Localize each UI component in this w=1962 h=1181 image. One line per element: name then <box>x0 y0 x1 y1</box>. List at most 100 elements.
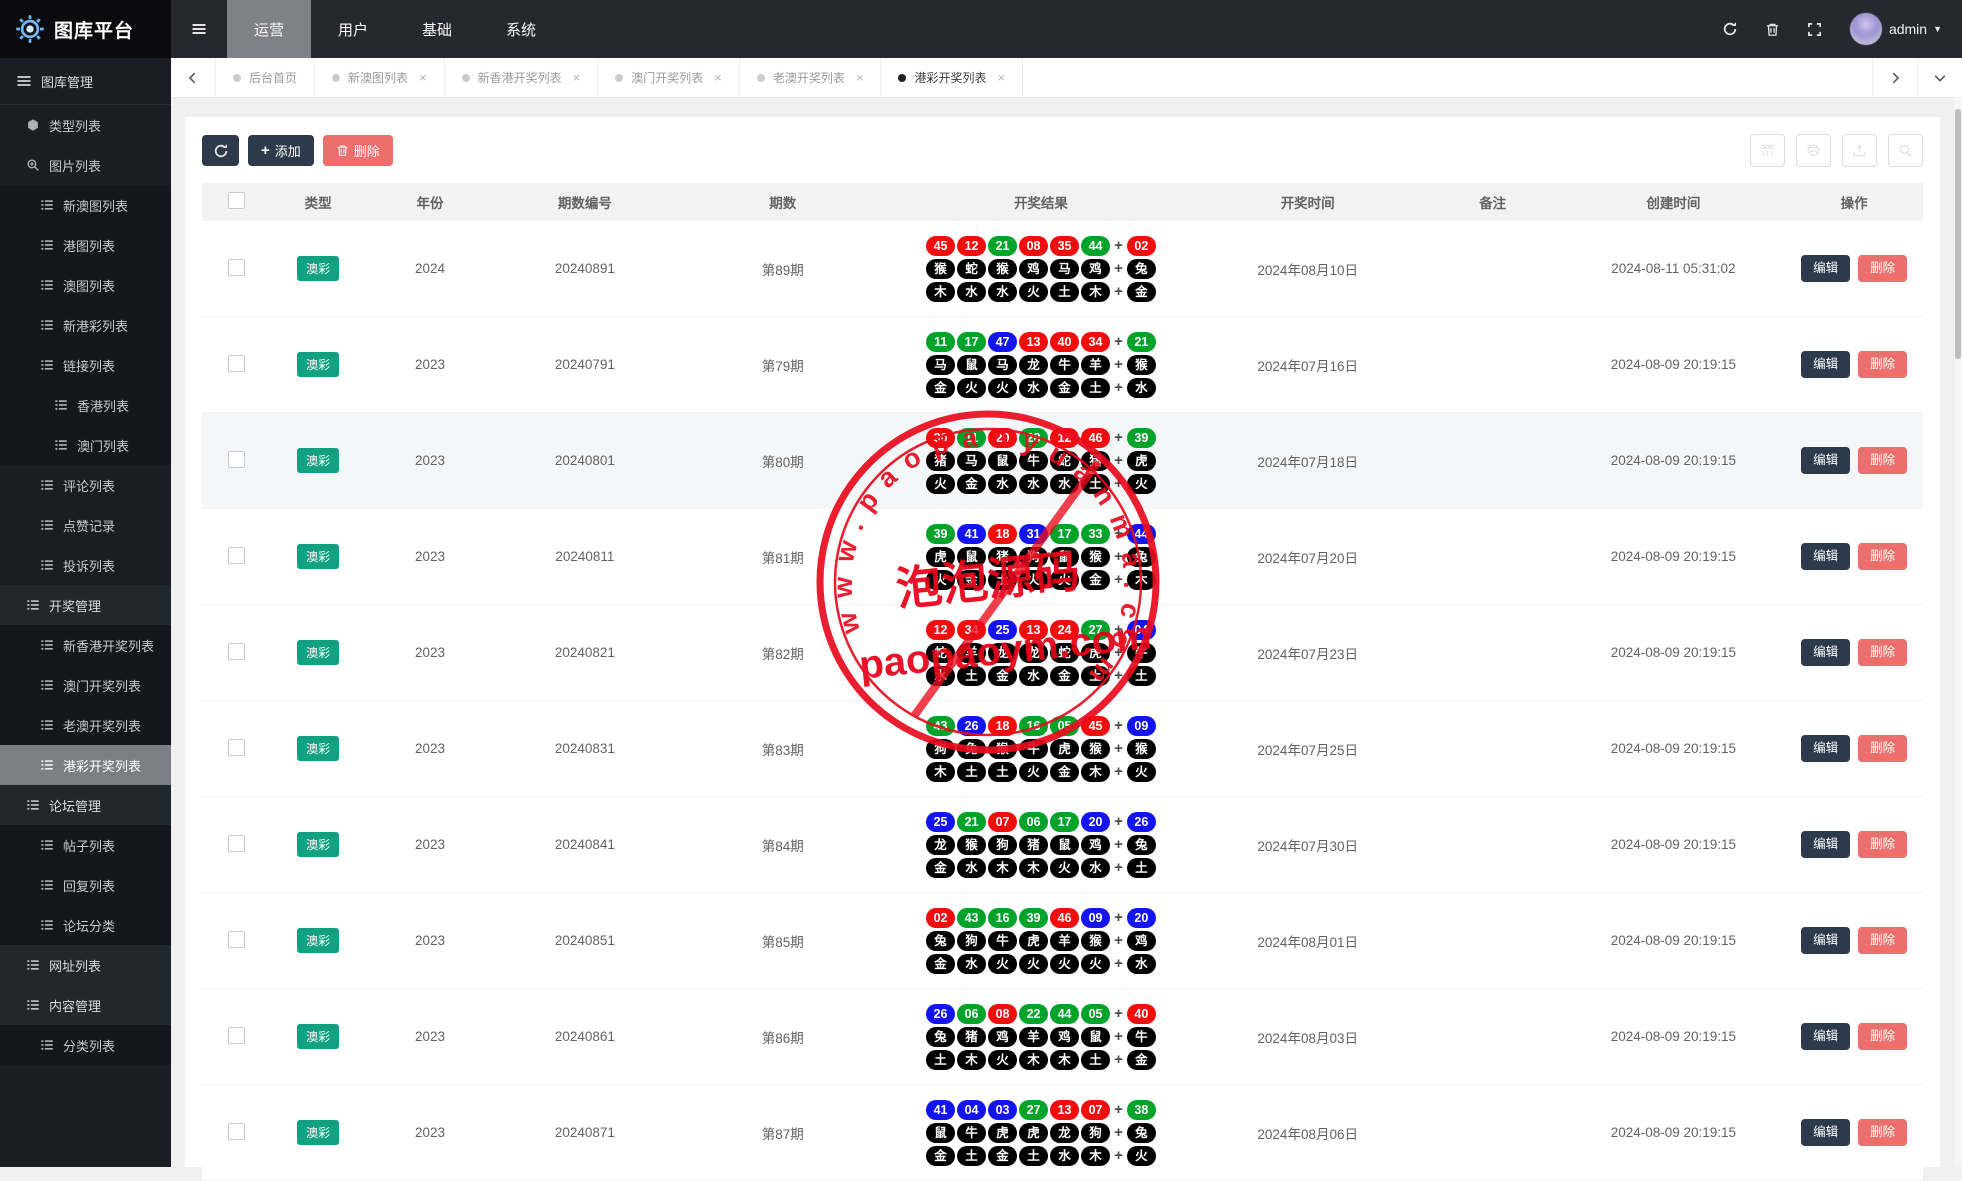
lottery-ball: 火 <box>1019 762 1048 782</box>
trash-icon[interactable] <box>1765 22 1780 37</box>
sidebar-item-澳图列表[interactable]: 澳图列表 <box>0 265 171 305</box>
sidebar-item-分类列表[interactable]: 分类列表 <box>0 1025 171 1065</box>
tabs-scroll-left-button[interactable] <box>171 58 216 97</box>
sidebar-item-网址列表[interactable]: 网址列表 <box>0 945 171 985</box>
scrollbar-thumb[interactable] <box>1955 109 1961 359</box>
edit-button[interactable]: 编辑 <box>1801 1119 1850 1146</box>
delete-button[interactable]: 删除 <box>1858 255 1907 282</box>
sidebar-item-论坛管理[interactable]: 论坛管理 <box>0 785 171 825</box>
nav-menu-item[interactable]: 运营 <box>227 0 311 58</box>
nav-menu-item[interactable]: 系统 <box>479 0 563 58</box>
column-header: 期数 <box>675 190 890 214</box>
tab-close-icon[interactable]: × <box>573 70 581 85</box>
sidebar-item-新香港开奖列表[interactable]: 新香港开奖列表 <box>0 625 171 665</box>
sidebar-collapse-button[interactable] <box>171 0 227 58</box>
tab[interactable]: 港彩开奖列表× <box>881 58 1023 97</box>
tabs-menu-button[interactable] <box>1917 58 1962 97</box>
tab-close-icon[interactable]: × <box>997 70 1005 85</box>
print-button[interactable] <box>1796 134 1831 167</box>
sidebar-item-投诉列表[interactable]: 投诉列表 <box>0 545 171 585</box>
actions-cell: 编辑删除 <box>1785 925 1923 956</box>
checkbox-cell <box>202 929 271 953</box>
delete-button[interactable]: 删除 <box>1858 1119 1907 1146</box>
search-button[interactable] <box>1888 134 1923 167</box>
refresh-table-button[interactable] <box>202 135 239 166</box>
fullscreen-icon[interactable] <box>1807 22 1822 37</box>
sidebar-item-澳门列表[interactable]: 澳门列表 <box>0 425 171 465</box>
tab[interactable]: 老澳开奖列表× <box>740 58 882 97</box>
sidebar-item-评论列表[interactable]: 评论列表 <box>0 465 171 505</box>
edit-button[interactable]: 编辑 <box>1801 735 1850 762</box>
lottery-ball: 46 <box>1081 428 1110 448</box>
sidebar-item-港彩开奖列表[interactable]: 港彩开奖列表 <box>0 745 171 785</box>
delete-button[interactable]: 删除 <box>1858 1023 1907 1050</box>
refresh-icon[interactable] <box>1722 21 1738 37</box>
edit-button[interactable]: 编辑 <box>1801 255 1850 282</box>
columns-button[interactable] <box>1750 134 1785 167</box>
nav-menu-item[interactable]: 用户 <box>311 0 395 58</box>
result-line: 123425132427+04 <box>894 620 1187 640</box>
sidebar-item-论坛分类[interactable]: 论坛分类 <box>0 905 171 945</box>
delete-button[interactable]: 删除 <box>1858 735 1907 762</box>
row-checkbox[interactable] <box>228 931 245 948</box>
row-checkbox[interactable] <box>228 1027 245 1044</box>
row-checkbox[interactable] <box>228 451 245 468</box>
row-checkbox[interactable] <box>228 643 245 660</box>
delete-button[interactable]: 删除 <box>1858 639 1907 666</box>
row-checkbox[interactable] <box>228 355 245 372</box>
edit-button[interactable]: 编辑 <box>1801 927 1850 954</box>
user-menu[interactable]: admin ▼ <box>1849 12 1942 46</box>
sidebar-item-链接列表[interactable]: 链接列表 <box>0 345 171 385</box>
row-checkbox[interactable] <box>228 547 245 564</box>
nav-menu-item[interactable]: 基础 <box>395 0 479 58</box>
sidebar-item-老澳开奖列表[interactable]: 老澳开奖列表 <box>0 705 171 745</box>
sidebar-item-类型列表[interactable]: 类型列表 <box>0 105 171 145</box>
page-scrollbar[interactable] <box>1953 97 1962 1167</box>
edit-button[interactable]: 编辑 <box>1801 639 1850 666</box>
sidebar-item-澳门开奖列表[interactable]: 澳门开奖列表 <box>0 665 171 705</box>
tab[interactable]: 新香港开奖列表× <box>445 58 599 97</box>
sidebar-item-图库管理[interactable]: 图库管理 <box>0 58 171 105</box>
edit-button[interactable]: 编辑 <box>1801 1023 1850 1050</box>
tab-close-icon[interactable]: × <box>419 70 427 85</box>
sidebar-item-香港列表[interactable]: 香港列表 <box>0 385 171 425</box>
lottery-ball: 猴 <box>988 259 1017 279</box>
avatar[interactable] <box>1849 12 1883 46</box>
sidebar-item-港图列表[interactable]: 港图列表 <box>0 225 171 265</box>
delete-button[interactable]: 删除 <box>1858 543 1907 570</box>
export-button[interactable] <box>1842 134 1877 167</box>
delete-button[interactable]: 删除 <box>1858 831 1907 858</box>
edit-button[interactable]: 编辑 <box>1801 831 1850 858</box>
tab[interactable]: 后台首页 <box>216 58 315 97</box>
row-checkbox[interactable] <box>228 1123 245 1140</box>
delete-button[interactable]: 删除 <box>1858 351 1907 378</box>
sidebar-item-开奖管理[interactable]: 开奖管理 <box>0 585 171 625</box>
batch-delete-button[interactable]: 删除 <box>323 135 393 166</box>
type-badge: 澳彩 <box>297 640 339 665</box>
sidebar-item-内容管理[interactable]: 内容管理 <box>0 985 171 1025</box>
sidebar-item-新澳图列表[interactable]: 新澳图列表 <box>0 185 171 225</box>
edit-button[interactable]: 编辑 <box>1801 447 1850 474</box>
row-checkbox[interactable] <box>228 739 245 756</box>
actions-cell: 编辑删除 <box>1785 253 1923 284</box>
delete-button[interactable]: 删除 <box>1858 447 1907 474</box>
sidebar-item-图片列表[interactable]: 图片列表 <box>0 145 171 185</box>
row-checkbox[interactable] <box>228 259 245 276</box>
tabs-scroll-right-button[interactable] <box>1872 58 1917 97</box>
sidebar-item-新港彩列表[interactable]: 新港彩列表 <box>0 305 171 345</box>
tab[interactable]: 澳门开奖列表× <box>598 58 740 97</box>
delete-button[interactable]: 删除 <box>1858 927 1907 954</box>
sidebar-item-点赞记录[interactable]: 点赞记录 <box>0 505 171 545</box>
lottery-ball: 06 <box>957 1004 986 1024</box>
add-button[interactable]: + 添加 <box>248 135 314 166</box>
edit-button[interactable]: 编辑 <box>1801 351 1850 378</box>
tab-close-icon[interactable]: × <box>714 70 722 85</box>
edit-button[interactable]: 编辑 <box>1801 543 1850 570</box>
select-all-checkbox[interactable] <box>228 192 245 209</box>
tab[interactable]: 新澳图列表× <box>315 58 445 97</box>
tab-close-icon[interactable]: × <box>856 70 864 85</box>
result-line: 金水火火火火+水 <box>894 954 1187 974</box>
sidebar-item-回复列表[interactable]: 回复列表 <box>0 865 171 905</box>
sidebar-item-帖子列表[interactable]: 帖子列表 <box>0 825 171 865</box>
row-checkbox[interactable] <box>228 835 245 852</box>
